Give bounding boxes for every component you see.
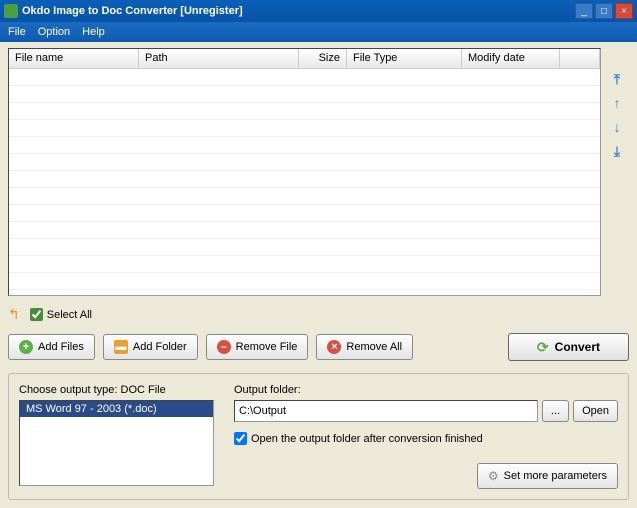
table-row: [9, 69, 600, 86]
file-table[interactable]: File name Path Size File Type Modify dat…: [8, 48, 601, 296]
browse-button[interactable]: ...: [542, 400, 569, 422]
col-path[interactable]: Path: [139, 49, 299, 68]
col-modifydate[interactable]: Modify date: [462, 49, 560, 68]
remove-file-label: Remove File: [236, 341, 298, 353]
remove-file-button[interactable]: – Remove File: [206, 334, 309, 360]
add-files-button[interactable]: + Add Files: [8, 334, 95, 360]
app-icon: [4, 4, 18, 18]
minimize-button[interactable]: _: [575, 3, 593, 19]
table-row: [9, 137, 600, 154]
output-folder-label: Output folder:: [234, 384, 618, 396]
param-row: ⚙ Set more parameters: [234, 463, 618, 489]
select-all-label: Select All: [47, 309, 92, 321]
row-actions: ↰ Select All: [8, 306, 629, 323]
open-after-checkbox[interactable]: [234, 432, 247, 445]
move-top-icon[interactable]: ⤒: [608, 70, 626, 88]
add-folder-button[interactable]: ▬ Add Folder: [103, 334, 198, 360]
table-row: [9, 188, 600, 205]
col-filetype[interactable]: File Type: [347, 49, 462, 68]
gear-icon: ⚙: [488, 469, 499, 483]
table-row: [9, 256, 600, 273]
output-folder-section: Output folder: ... Open Open the output …: [234, 384, 618, 489]
menubar: File Option Help: [0, 22, 637, 42]
table-row: [9, 222, 600, 239]
table-row: [9, 154, 600, 171]
table-row: [9, 205, 600, 222]
plus-icon: +: [19, 340, 33, 354]
open-button[interactable]: Open: [573, 400, 618, 422]
reorder-arrows: ⤒ ↑ ↓ ⤓: [605, 48, 629, 296]
table-row: [9, 239, 600, 256]
set-more-params-label: Set more parameters: [504, 470, 607, 482]
maximize-button[interactable]: □: [595, 3, 613, 19]
move-up-icon[interactable]: ↑: [608, 94, 626, 112]
set-more-parameters-button[interactable]: ⚙ Set more parameters: [477, 463, 618, 489]
window-title: Okdo Image to Doc Converter [Unregister]: [22, 5, 575, 17]
close-button[interactable]: ×: [615, 3, 633, 19]
open-after-row: Open the output folder after conversion …: [234, 432, 618, 445]
output-type-label: Choose output type: DOC File: [19, 384, 214, 396]
table-row: [9, 103, 600, 120]
remove-all-button[interactable]: × Remove All: [316, 334, 413, 360]
move-down-icon[interactable]: ↓: [608, 118, 626, 136]
table-wrapper: File name Path Size File Type Modify dat…: [8, 48, 629, 296]
output-type-item[interactable]: MS Word 97 - 2003 (*.doc): [20, 401, 213, 417]
table-header: File name Path Size File Type Modify dat…: [9, 49, 600, 69]
table-row: [9, 273, 600, 290]
remove-all-icon: ×: [327, 340, 341, 354]
window-controls: _ □ ×: [575, 3, 633, 19]
output-type-section: Choose output type: DOC File MS Word 97 …: [19, 384, 214, 489]
open-after-label: Open the output folder after conversion …: [251, 433, 483, 445]
convert-label: Convert: [555, 340, 600, 354]
table-body: [9, 69, 600, 295]
titlebar: Okdo Image to Doc Converter [Unregister]…: [0, 0, 637, 22]
select-all-checkbox[interactable]: Select All: [30, 308, 92, 321]
table-row: [9, 171, 600, 188]
col-filename[interactable]: File name: [9, 49, 139, 68]
table-row: [9, 86, 600, 103]
up-folder-icon[interactable]: ↰: [8, 306, 20, 323]
bottom-panel: Choose output type: DOC File MS Word 97 …: [8, 373, 629, 500]
content-area: File name Path Size File Type Modify dat…: [0, 42, 637, 508]
convert-icon: ⟳: [537, 339, 549, 356]
col-size[interactable]: Size: [299, 49, 347, 68]
menu-option[interactable]: Option: [38, 26, 70, 38]
menu-help[interactable]: Help: [82, 26, 105, 38]
add-files-label: Add Files: [38, 341, 84, 353]
output-folder-row: ... Open: [234, 400, 618, 422]
button-row: + Add Files ▬ Add Folder – Remove File ×…: [8, 333, 629, 361]
add-folder-label: Add Folder: [133, 341, 187, 353]
output-folder-input[interactable]: [234, 400, 538, 422]
folder-icon: ▬: [114, 340, 128, 354]
remove-all-label: Remove All: [346, 341, 402, 353]
move-bottom-icon[interactable]: ⤓: [608, 142, 626, 160]
menu-file[interactable]: File: [8, 26, 26, 38]
output-type-listbox[interactable]: MS Word 97 - 2003 (*.doc): [19, 400, 214, 486]
minus-icon: –: [217, 340, 231, 354]
convert-button[interactable]: ⟳ Convert: [508, 333, 629, 361]
table-row: [9, 120, 600, 137]
col-extra: [560, 49, 600, 68]
select-all-input[interactable]: [30, 308, 43, 321]
